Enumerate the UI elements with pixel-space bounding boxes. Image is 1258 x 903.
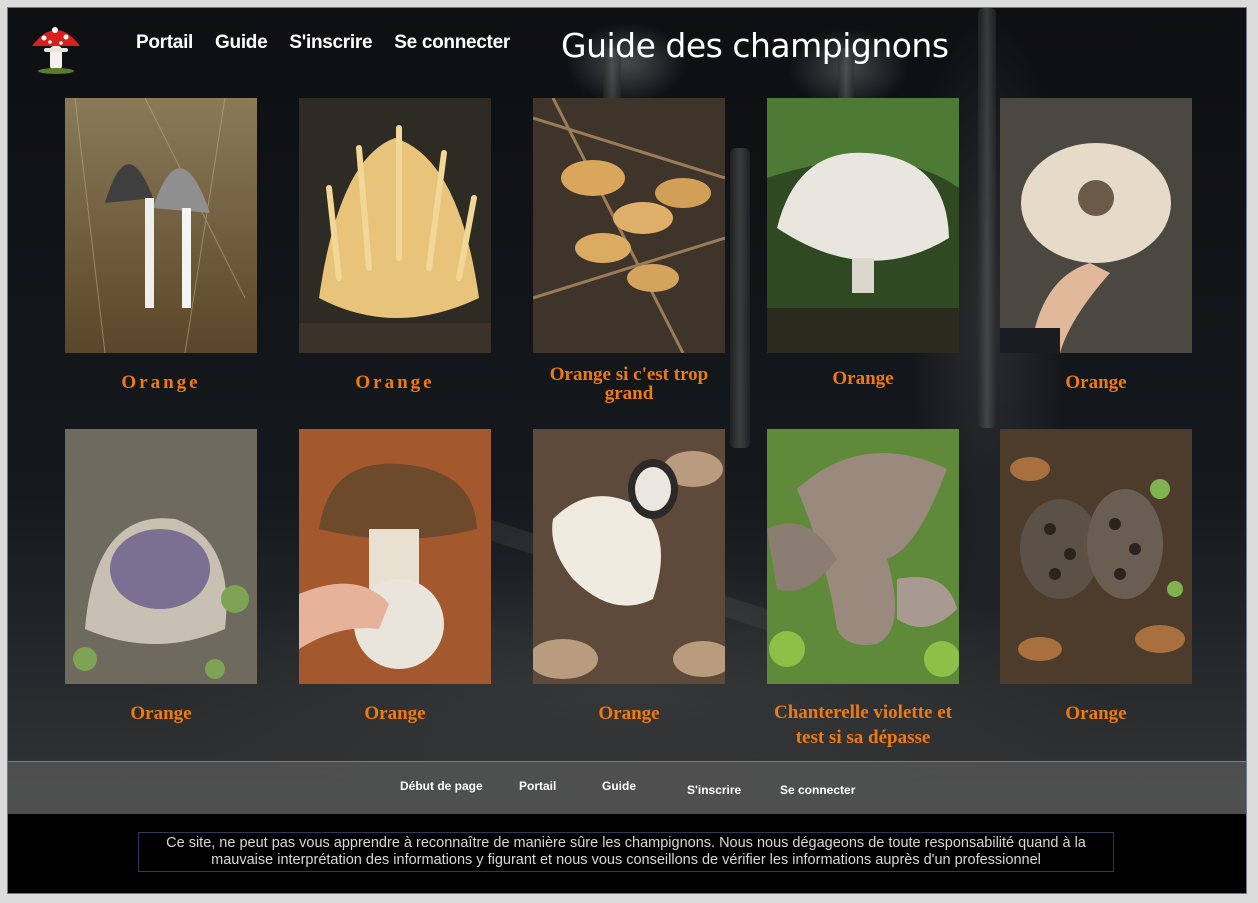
parasol-cap-in-hand-photo — [1000, 98, 1192, 353]
nav-se-connecter[interactable]: Se connecter — [394, 32, 510, 54]
card-caption: Orange si c'est trop grand — [549, 364, 709, 404]
fly-agaric-logo-icon[interactable] — [28, 18, 84, 74]
chanterelle-cluster-photo — [533, 98, 725, 353]
card-caption: Chanterelle violette et test si sa dépas… — [774, 702, 952, 748]
mushroom-card[interactable]: Orange si c'est trop grand — [533, 98, 725, 403]
mushroom-card[interactable]: Orange — [65, 429, 257, 723]
mushroom-card[interactable]: Orange — [299, 98, 491, 392]
card-caption: Orange — [130, 703, 192, 724]
nav-guide[interactable]: Guide — [215, 32, 268, 54]
page-frame: Portail Guide S'inscrire Se connecter Gu… — [7, 7, 1247, 894]
mushroom-card[interactable]: Orange — [767, 98, 959, 388]
mushroom-card[interactable]: Orange — [1000, 429, 1192, 723]
mushroom-card[interactable]: Chanterelle violette et test si sa dépas… — [767, 429, 959, 750]
site-header: Portail Guide S'inscrire Se connecter Gu… — [8, 8, 1246, 88]
mushroom-card[interactable]: Orange — [299, 429, 491, 723]
main-nav: Portail Guide S'inscrire Se connecter — [136, 32, 532, 54]
white-russula-photo — [767, 98, 959, 353]
footer-nav: Début de page Portail Guide S'inscrire S… — [8, 761, 1246, 814]
background-decor — [730, 148, 750, 448]
card-caption: Orange — [832, 368, 894, 389]
footer-link-portail[interactable]: Portail — [519, 779, 556, 793]
inky-cap-mushroom-photo — [65, 98, 257, 353]
footer-link-sinscrire[interactable]: S'inscrire — [687, 783, 741, 797]
hedgehog-mushroom-photo — [533, 429, 725, 684]
card-caption: Orange — [598, 703, 660, 724]
nav-portail[interactable]: Portail — [136, 32, 193, 54]
card-caption: Orange — [1065, 372, 1127, 393]
disclaimer-text: Ce site, ne peut pas vous apprendre à re… — [138, 832, 1114, 872]
card-caption: Orange — [364, 703, 426, 724]
footer-link-top[interactable]: Début de page — [400, 779, 483, 793]
violet-cup-fungus-photo — [65, 429, 257, 684]
coral-fungus-photo — [299, 98, 491, 353]
page-title: Guide des champignons — [561, 26, 949, 65]
site-footer: Ce site, ne peut pas vous apprendre à re… — [8, 814, 1246, 893]
violet-chanterelle-photo — [767, 429, 959, 684]
card-caption: Orange — [121, 372, 201, 393]
card-caption: Orange — [1065, 703, 1127, 724]
footer-link-se-connecter[interactable]: Se connecter — [780, 783, 855, 797]
mushroom-card[interactable]: Orange — [65, 98, 257, 392]
morel-photo — [1000, 429, 1192, 684]
card-caption: Orange — [355, 372, 435, 393]
nav-sinscrire[interactable]: S'inscrire — [289, 32, 372, 54]
bolete-in-hand-photo — [299, 429, 491, 684]
mushroom-card[interactable]: Orange — [533, 429, 725, 723]
footer-link-guide[interactable]: Guide — [602, 779, 636, 793]
mushroom-card[interactable]: Orange — [1000, 98, 1192, 392]
